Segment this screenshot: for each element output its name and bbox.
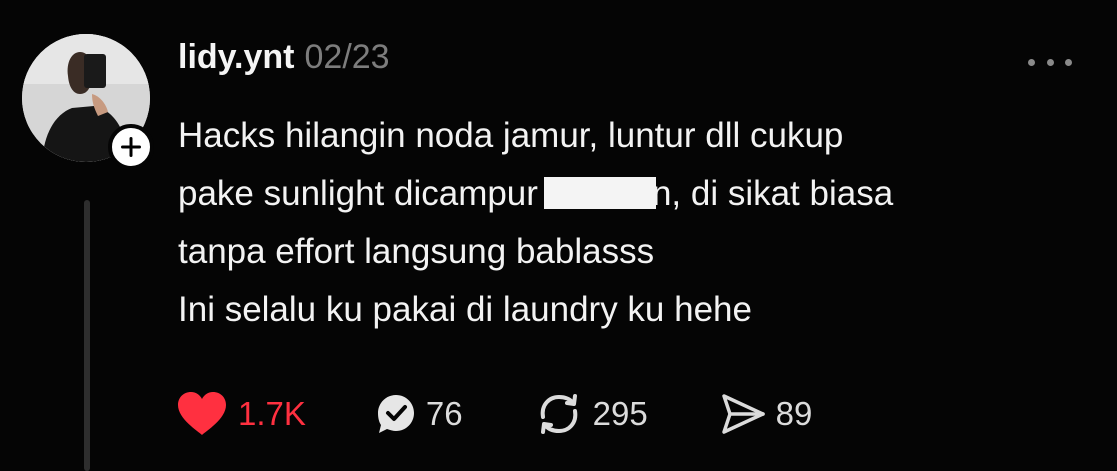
repost-count: 295 xyxy=(592,395,648,432)
share-button[interactable]: 89 xyxy=(720,392,813,436)
post-body-line: tanpa effort langsung bablasss xyxy=(178,232,655,271)
follow-button[interactable] xyxy=(108,124,154,170)
post-body: Hacks hilangin noda jamur, luntur dll cu… xyxy=(178,107,1078,339)
plus-icon xyxy=(121,137,141,157)
repost-button[interactable]: 295 xyxy=(535,391,648,437)
thread-post: lidy.ynt 02/23 Hacks hilangin noda jamur… xyxy=(0,0,1117,471)
share-count: 89 xyxy=(775,395,813,432)
speech-bubble-check-icon xyxy=(377,395,414,433)
send-icon xyxy=(721,394,765,434)
thread-line xyxy=(84,200,90,471)
action-bar: 1.7K 76 295 89 xyxy=(176,388,812,440)
reply-count: 76 xyxy=(425,395,463,432)
like-count: 1.7K xyxy=(238,395,306,432)
heart-icon xyxy=(178,392,226,435)
redaction-block xyxy=(543,177,656,209)
post-body-line: pake sunlight dicampur n, di sikat biasa xyxy=(178,174,894,213)
reply-button[interactable]: 76 xyxy=(376,393,463,435)
post-body-line: Ini selalu ku pakai di laundry ku hehe xyxy=(178,290,752,329)
more-options-icon xyxy=(1028,58,1035,66)
like-button[interactable]: 1.7K xyxy=(176,391,306,437)
post-header: lidy.ynt 02/23 xyxy=(178,38,390,88)
more-options-button[interactable] xyxy=(1028,50,1072,74)
timestamp: 02/23 xyxy=(304,38,390,76)
repost-arrows-icon xyxy=(540,394,577,434)
post-body-line: Hacks hilangin noda jamur, luntur dll cu… xyxy=(178,116,844,155)
username[interactable]: lidy.ynt xyxy=(178,38,295,77)
